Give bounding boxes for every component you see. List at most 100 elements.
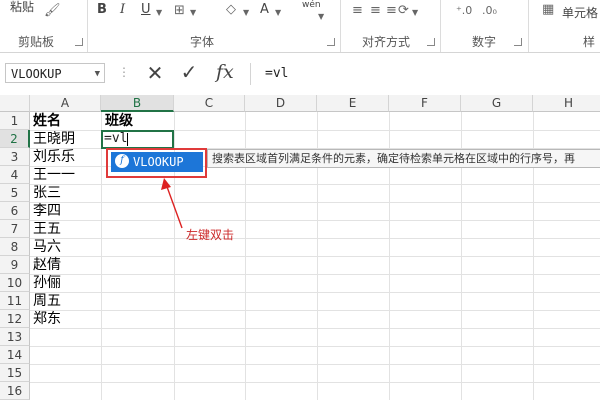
borders-icon[interactable]: ⊞	[174, 4, 185, 18]
row-header[interactable]: 6	[0, 202, 30, 220]
cell-a12[interactable]: 郑东	[31, 310, 61, 328]
row-header[interactable]: 9	[0, 256, 30, 274]
alignment-launcher-icon[interactable]	[427, 38, 435, 46]
gridline	[30, 364, 600, 365]
font-color-dropdown-icon[interactable]: ▼	[275, 6, 281, 20]
formula-bar: VLOOKUP ▼ ⋮ ✕ ✓ fx =vl	[0, 56, 600, 92]
cell-a7[interactable]: 王五	[31, 220, 61, 238]
cell-a4[interactable]: 王一一	[31, 166, 75, 184]
insert-function-button[interactable]: fx	[216, 61, 234, 83]
column-header-b[interactable]: B	[101, 95, 174, 112]
orientation-icon[interactable]: ⟳	[398, 4, 409, 18]
cell-a11[interactable]: 周五	[31, 292, 61, 310]
row-header[interactable]: 3	[0, 148, 30, 166]
cell-b1[interactable]: 班级	[103, 112, 133, 130]
cancel-button[interactable]: ✕	[142, 61, 168, 85]
group-number: 数字	[472, 35, 497, 49]
increase-decimal-icon[interactable]: ⁺.0	[456, 4, 472, 18]
italic-button[interactable]: I	[120, 2, 125, 17]
gridline	[30, 310, 600, 311]
paste-label[interactable]: 粘贴	[10, 0, 34, 15]
cell-styles-icon[interactable]: ▦	[542, 3, 554, 17]
row-header[interactable]: 10	[0, 274, 30, 292]
column-header-d[interactable]: D	[245, 95, 317, 112]
cell-a6[interactable]: 李四	[31, 202, 61, 220]
column-header-g[interactable]: G	[461, 95, 533, 112]
gridline	[30, 382, 600, 383]
gridline	[30, 328, 600, 329]
gridline	[30, 184, 600, 185]
cell-a2[interactable]: 王晓明	[31, 130, 75, 148]
font-launcher-icon[interactable]	[327, 38, 335, 46]
row-header[interactable]: 11	[0, 292, 30, 310]
row-header[interactable]: 8	[0, 238, 30, 256]
name-box[interactable]: VLOOKUP ▼	[5, 63, 105, 83]
separator	[440, 0, 441, 52]
enter-button[interactable]: ✓	[176, 60, 202, 84]
phonetic-button[interactable]: wén	[302, 0, 321, 10]
row-header[interactable]: 4	[0, 166, 30, 184]
group-alignment: 对齐方式	[362, 35, 411, 49]
select-all-corner[interactable]	[0, 95, 30, 112]
formula-input[interactable]: =vl	[250, 63, 598, 85]
fill-color-icon[interactable]: ◇	[226, 3, 236, 17]
underline-button[interactable]: U	[141, 2, 151, 17]
gridline	[30, 238, 600, 239]
row-header[interactable]: 1	[0, 112, 30, 130]
gridline	[30, 256, 600, 257]
gridline	[30, 202, 600, 203]
text-caret	[127, 133, 128, 146]
number-launcher-icon[interactable]	[514, 38, 522, 46]
row-header[interactable]: 2	[0, 130, 30, 148]
spreadsheet-grid: A B C D E F G H 1 2 3 4 5 6 7 8 9 10 11 …	[0, 95, 600, 400]
clipboard-launcher-icon[interactable]	[75, 38, 83, 46]
separator	[87, 0, 88, 52]
gridline	[30, 346, 600, 347]
chevron-down-icon[interactable]: ▼	[95, 64, 100, 84]
group-clipboard: 剪贴板	[18, 35, 55, 49]
cell-a8[interactable]: 马六	[31, 238, 61, 256]
fill-dropdown-icon[interactable]: ▼	[243, 6, 249, 20]
autocomplete-item-vlookup[interactable]: f VLOOKUP	[111, 152, 203, 172]
column-header-e[interactable]: E	[317, 95, 389, 112]
row-header[interactable]: 14	[0, 346, 30, 364]
row-header[interactable]: 15	[0, 364, 30, 382]
underline-dropdown-icon[interactable]: ▼	[156, 6, 162, 20]
align-center-icon[interactable]: ≡	[370, 4, 381, 18]
autocomplete-item-label: VLOOKUP	[133, 155, 184, 169]
bold-button[interactable]: B	[97, 2, 107, 17]
borders-dropdown-icon[interactable]: ▼	[190, 6, 196, 20]
align-right-icon[interactable]: ≡	[386, 4, 397, 18]
row-header[interactable]: 16	[0, 382, 30, 400]
gridline	[30, 220, 600, 221]
align-left-icon[interactable]: ≡	[352, 4, 363, 18]
row-header[interactable]: 5	[0, 184, 30, 202]
name-box-value: VLOOKUP	[11, 67, 62, 81]
row-header[interactable]: 12	[0, 310, 30, 328]
cell-a10[interactable]: 孙俪	[31, 274, 61, 292]
ribbon: 粘贴 🖌 剪贴板 B I U ▼ ⊞ ▼ ◇ ▼ A ▼ wén ▼ 字体 ≡ …	[0, 0, 600, 53]
font-color-button[interactable]: A	[260, 2, 269, 17]
cell-a1[interactable]: 姓名	[31, 112, 61, 130]
gridline	[101, 112, 102, 400]
separator	[340, 0, 341, 52]
cell-a3[interactable]: 刘乐乐	[31, 148, 75, 166]
cell-styles-button[interactable]: 单元格	[562, 4, 598, 21]
column-header-f[interactable]: F	[389, 95, 461, 112]
function-tooltip: 搜索表区域首列满足条件的元素，确定待检索单元格在区域中的行序号，再	[207, 149, 600, 168]
format-painter-icon[interactable]: 🖌	[44, 4, 61, 18]
orientation-dropdown-icon[interactable]: ▼	[412, 6, 418, 20]
decrease-decimal-icon[interactable]: .0₀	[482, 4, 497, 18]
phonetic-dropdown-icon[interactable]: ▼	[318, 10, 324, 24]
group-font: 字体	[190, 35, 215, 49]
drag-handle-icon[interactable]: ⋮	[118, 65, 130, 79]
row-header[interactable]: 13	[0, 328, 30, 346]
cell-b2-editing-text: =vl	[104, 131, 128, 146]
column-header-h[interactable]: H	[533, 95, 600, 112]
cell-a5[interactable]: 张三	[31, 184, 61, 202]
function-icon: f	[115, 154, 129, 168]
cell-a9[interactable]: 赵倩	[31, 256, 61, 274]
column-header-a[interactable]: A	[30, 95, 101, 112]
row-header[interactable]: 7	[0, 220, 30, 238]
column-header-c[interactable]: C	[174, 95, 245, 112]
